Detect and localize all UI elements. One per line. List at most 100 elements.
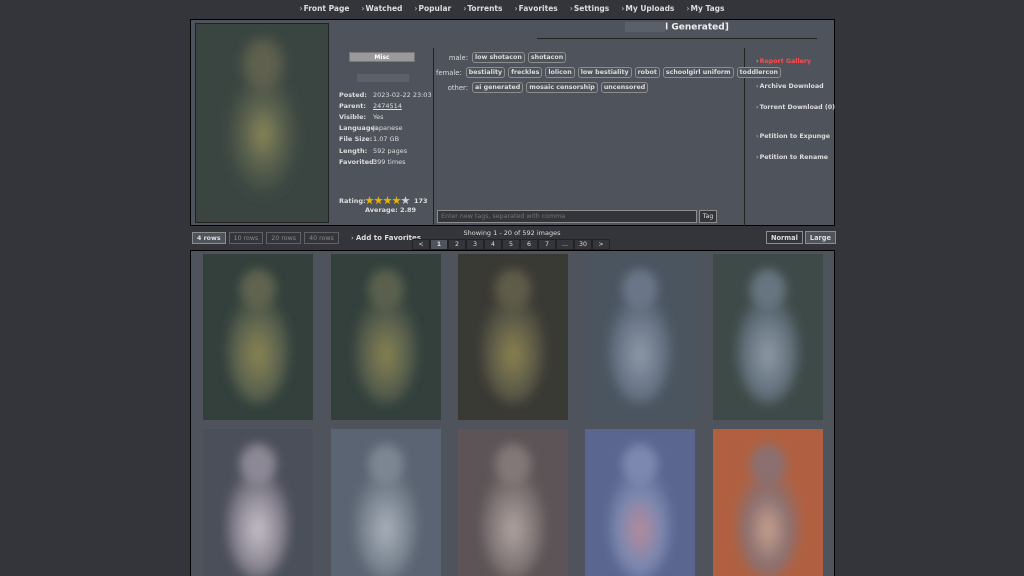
page-3[interactable]: 3	[466, 239, 484, 250]
title-redaction	[625, 22, 666, 32]
info-value: Yes	[373, 112, 384, 121]
info-row: Visible: Yes	[339, 111, 439, 122]
tag-lolicon[interactable]: lolicon	[545, 67, 575, 78]
tag-list: male: low shotacon shotacon female: bestiali…	[433, 48, 782, 226]
tag-schoolgirl-uniform[interactable]: schoolgirl uniform	[662, 67, 734, 78]
star-icon[interactable]	[374, 196, 383, 205]
info-key: Language:	[339, 124, 378, 133]
nav-item-front-page[interactable]: Front Page	[293, 0, 355, 17]
archive-download-link[interactable]: Archive Download	[756, 83, 824, 90]
thumbnail[interactable]	[458, 254, 568, 420]
tag-robot[interactable]: robot	[634, 67, 660, 78]
size-option-normal[interactable]: Normal	[766, 231, 803, 244]
thumbnail-grid	[190, 250, 835, 576]
tag-toddlercon[interactable]: toddlercon	[736, 67, 782, 78]
info-value-link[interactable]: 2474514	[373, 102, 402, 110]
tag-input-form: Tag	[437, 210, 717, 223]
info-value: 1.07 GB	[373, 135, 400, 144]
star-icon[interactable]	[383, 196, 392, 205]
size-option-large[interactable]: Large	[804, 231, 836, 244]
category-badge[interactable]: Misc	[349, 52, 415, 62]
next-page-button[interactable]: >	[592, 239, 610, 250]
thumbnail[interactable]	[203, 254, 313, 420]
page-5[interactable]: 5	[502, 239, 520, 250]
torrent-download-link[interactable]: Torrent Download (0)	[756, 104, 835, 111]
uploader-redaction	[357, 74, 409, 82]
new-tags-input[interactable]	[437, 210, 697, 223]
info-row: Parent: 2474514	[339, 100, 439, 111]
tag-submit-button[interactable]: Tag	[699, 210, 717, 223]
prev-page-button[interactable]: <	[412, 239, 430, 250]
gallery-info-panel: l Generated] Misc Posted: 2023-02-22 23:0…	[190, 19, 835, 242]
rows-option-10[interactable]: 10 rows	[228, 232, 264, 244]
gallery-title-text: l Generated]	[665, 22, 729, 33]
page-7[interactable]: 7	[538, 239, 556, 250]
thumbnail[interactable]	[203, 429, 313, 576]
tag-ai-generated[interactable]: ai generated	[472, 82, 524, 93]
info-value: 2023-02-22 23:03	[373, 90, 432, 99]
tag-namespace: other:	[447, 83, 468, 92]
thumbnail[interactable]	[331, 429, 441, 576]
page-1[interactable]: 1	[430, 239, 448, 250]
nav-item-my-uploads[interactable]: My Uploads	[615, 0, 680, 17]
rating-block: Rating: 173 Average: 2.89	[339, 196, 439, 214]
nav-item-watched[interactable]: Watched	[355, 0, 408, 17]
tag-low-bestiality[interactable]: low bestiality	[577, 67, 632, 78]
info-key: Length:	[339, 146, 368, 155]
rows-option-4[interactable]: 4 rows	[192, 232, 226, 244]
info-key: Visible:	[339, 112, 367, 121]
info-key: Favorited:	[339, 157, 377, 166]
tag-bestiality[interactable]: bestiality	[465, 67, 506, 78]
thumbnail[interactable]	[713, 429, 823, 576]
info-row: Language: Japanese	[339, 123, 439, 134]
petition-rename-link[interactable]: Petition to Rename	[756, 154, 828, 161]
thumbnail[interactable]	[331, 254, 441, 420]
gallery-title: l Generated]	[537, 22, 817, 39]
petition-expunge-link[interactable]: Petition to Expunge	[756, 133, 830, 140]
star-icon[interactable]	[365, 196, 374, 205]
tag-namespace: female:	[436, 68, 462, 77]
rows-option-20[interactable]: 20 rows	[266, 232, 302, 244]
page-30[interactable]: 30	[574, 239, 592, 250]
tag-row: female: bestiality freckles lolicon low best…	[436, 65, 782, 80]
info-value: Japanese	[373, 124, 403, 133]
nav-item-my-tags[interactable]: My Tags	[680, 0, 730, 17]
tag-rows: male: low shotacon shotacon female: bestiali…	[434, 48, 782, 95]
rows-option-40[interactable]: 40 rows	[304, 232, 339, 244]
rating-stars[interactable]	[365, 196, 410, 205]
nav-item-popular[interactable]: Popular	[408, 0, 457, 17]
nav-item-favorites[interactable]: Favorites	[508, 0, 563, 17]
page-ellipsis: ...	[556, 239, 574, 250]
rating-label: Rating:	[339, 196, 366, 205]
page-4[interactable]: 4	[484, 239, 502, 250]
thumbnail[interactable]	[713, 254, 823, 420]
info-key: Parent:	[339, 101, 366, 110]
info-value: 399 times	[373, 157, 406, 166]
cover-image[interactable]	[195, 23, 329, 223]
report-gallery-link[interactable]: Report Gallery	[756, 58, 811, 65]
thumbnail[interactable]	[458, 429, 568, 576]
tag-freckles[interactable]: freckles	[508, 67, 543, 78]
showing-count: Showing 1 - 20 of 592 images	[463, 229, 561, 237]
nav-item-settings[interactable]: Settings	[564, 0, 616, 17]
thumbnail[interactable]	[585, 429, 695, 576]
info-row: Length: 592 pages	[339, 145, 439, 156]
star-icon[interactable]	[392, 196, 401, 205]
page-2[interactable]: 2	[448, 239, 466, 250]
tag-uncensored[interactable]: uncensored	[600, 82, 649, 93]
info-value: 592 pages	[373, 146, 408, 155]
page-6[interactable]: 6	[520, 239, 538, 250]
nav-item-torrents[interactable]: Torrents	[457, 0, 508, 17]
thumbnail[interactable]	[585, 254, 695, 420]
tag-namespace: male:	[448, 53, 468, 62]
rating-average: Average: 2.89	[365, 206, 416, 214]
tag-mosaic-censorship[interactable]: mosaic censorship	[526, 82, 598, 93]
star-icon[interactable]	[401, 196, 410, 205]
tag-low-shotacon[interactable]: low shotacon	[472, 52, 525, 63]
add-to-favorites-link[interactable]: Add to Favorites	[351, 234, 421, 242]
pagination: <1 2 3 4 5 6 7... 30 >	[412, 239, 610, 250]
tag-shotacon[interactable]: shotacon	[527, 52, 567, 63]
tag-row: other: ai generated mosaic censorship uncen…	[436, 80, 744, 95]
info-row: Posted: 2023-02-22 23:03	[339, 89, 439, 100]
top-navigation: Front PageWatchedPopularTorrentsFavorite…	[0, 0, 1024, 17]
